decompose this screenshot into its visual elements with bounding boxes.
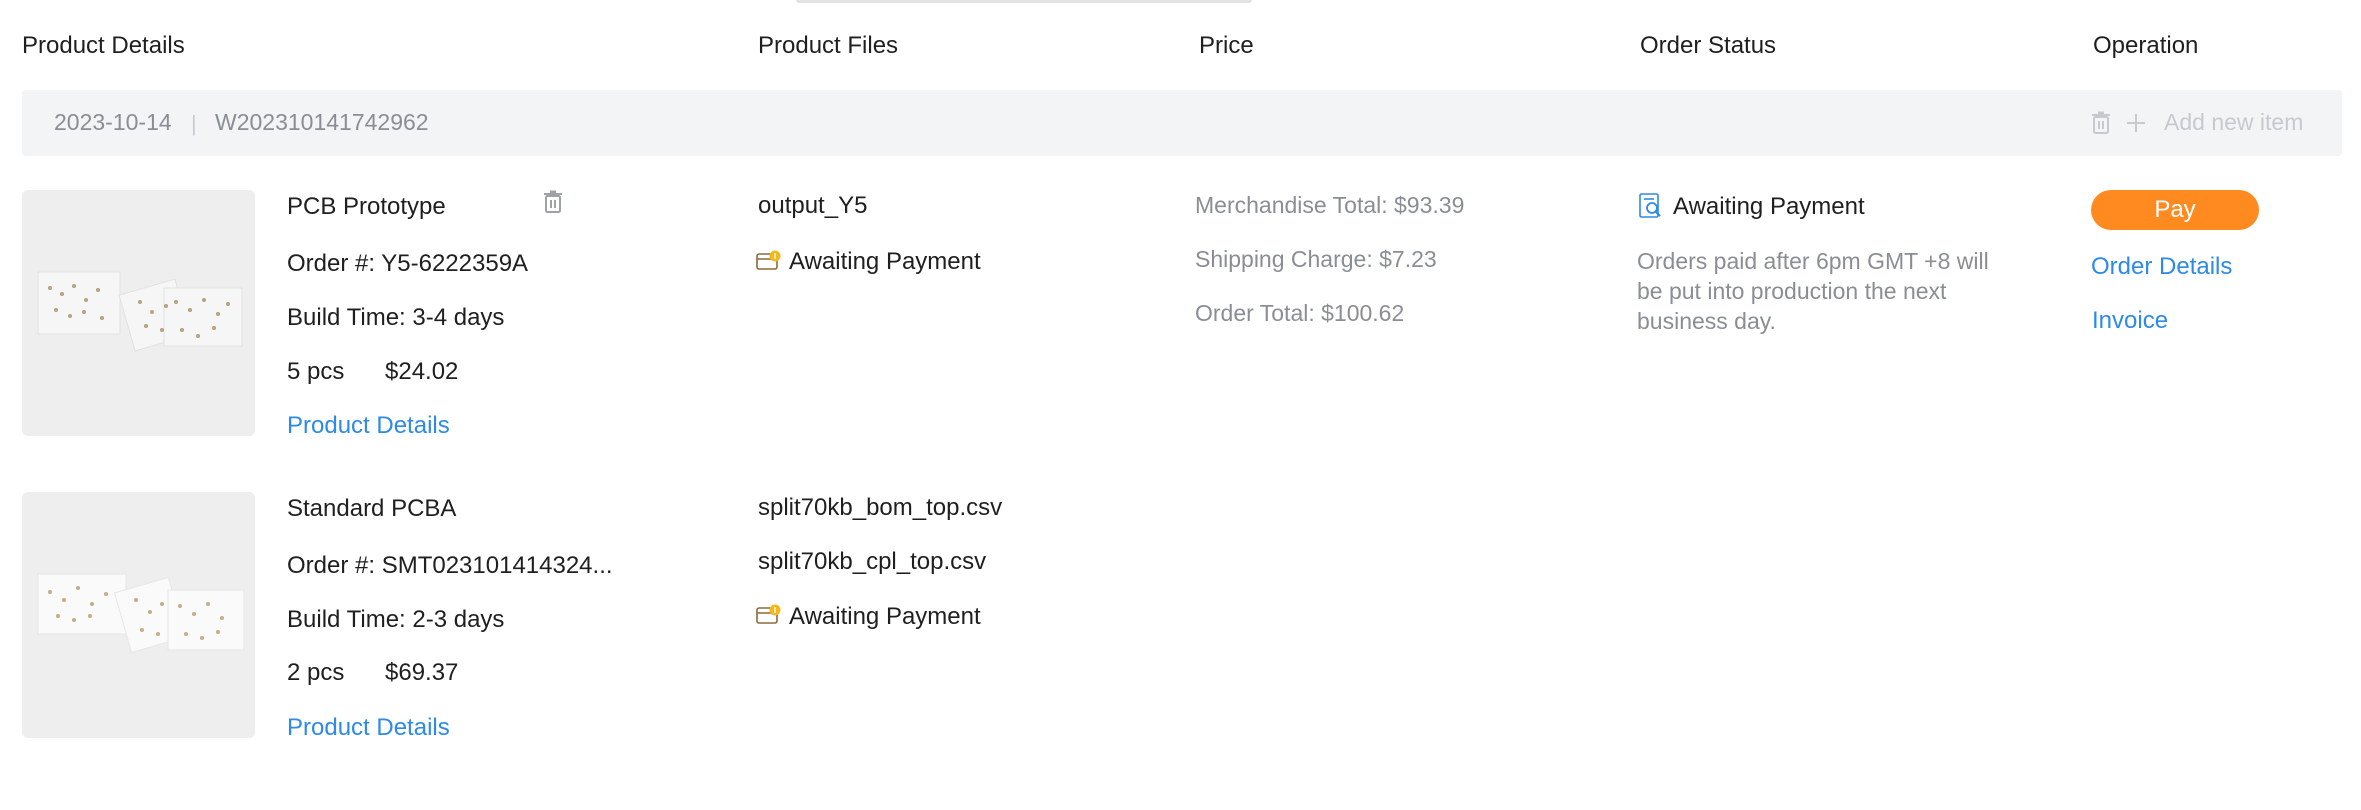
item1-file[interactable]: output_Y5 <box>758 192 867 220</box>
header-order-status: Order Status <box>1640 32 1777 59</box>
order-separator: | <box>191 111 197 136</box>
merchandise-total: Merchandise Total: $93.39 <box>1195 192 1465 218</box>
scroll-indicator[interactable] <box>796 0 1252 3</box>
item1-order-number: Order #: Y5-6222359A <box>287 250 529 277</box>
product-thumbnail-pcba[interactable] <box>22 492 255 738</box>
invoice-link[interactable]: Invoice <box>2092 307 2168 335</box>
item2-qty: 2 pcs <box>287 659 345 686</box>
header-operation: Operation <box>2093 32 2199 59</box>
item2-order-number: Order #: SMT023101414324... <box>287 552 613 579</box>
order-total: Order Total: $100.62 <box>1195 300 1405 326</box>
item1-price: $24.02 <box>385 358 459 385</box>
item1-product-details-link[interactable]: Product Details <box>287 412 450 440</box>
item2-file-status: Awaiting Payment <box>789 603 981 630</box>
payment-card-icon <box>756 249 782 276</box>
item2-file-bom[interactable]: split70kb_bom_top.csv <box>758 494 1002 522</box>
trash-icon[interactable] <box>542 190 564 219</box>
order-date: 2023-10-14 <box>54 109 172 135</box>
order-status-label: Awaiting Payment <box>1673 193 1865 220</box>
payment-cutoff-note: Orders paid after 6pm GMT +8 will be put… <box>1637 248 1989 334</box>
item2-product-details-link[interactable]: Product Details <box>287 714 450 742</box>
item2-price: $69.37 <box>385 659 459 686</box>
item2-file-cpl[interactable]: split70kb_cpl_top.csv <box>758 548 986 576</box>
item1-name: PCB Prototype <box>287 193 446 220</box>
plus-icon[interactable] <box>2125 112 2147 139</box>
item2-name: Standard PCBA <box>287 495 457 522</box>
order-number: W202310141742962 <box>215 109 429 135</box>
shipping-charge: Shipping Charge: $7.23 <box>1195 246 1437 272</box>
header-product-files: Product Files <box>758 32 899 59</box>
item1-build-time: Build Time: 3-4 days <box>287 304 505 331</box>
add-new-item-button[interactable]: Add new item <box>2164 109 2303 136</box>
item2-build-time: Build Time: 2-3 days <box>287 606 505 633</box>
product-thumbnail-pcb[interactable] <box>22 190 255 436</box>
order-details-link[interactable]: Order Details <box>2091 253 2232 281</box>
item1-qty: 5 pcs <box>287 358 345 385</box>
header-price: Price <box>1199 32 1254 59</box>
pay-button[interactable]: Pay <box>2091 190 2259 230</box>
search-document-icon <box>1639 193 1663 224</box>
payment-card-icon <box>756 603 782 630</box>
item1-file-status: Awaiting Payment <box>789 248 981 275</box>
trash-icon[interactable] <box>2090 111 2112 140</box>
header-product-details: Product Details <box>22 32 185 59</box>
